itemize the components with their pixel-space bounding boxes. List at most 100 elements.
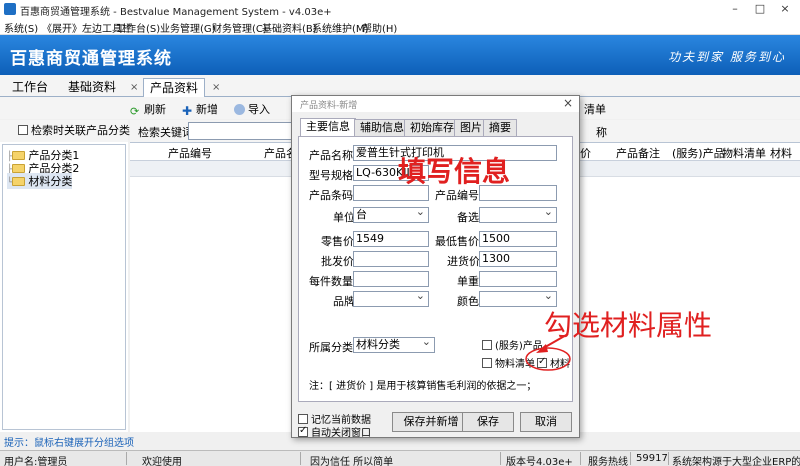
per-piece-input[interactable] [353,271,429,287]
dialog-tab-summary[interactable]: 摘要 [483,119,517,136]
status-slogan: 因为信任 所以简单 [310,457,394,466]
dialog-title: 产品资料-新增 [300,101,358,111]
weight-label: 单重 [457,275,479,288]
cancel-button[interactable]: 取消 [520,412,572,432]
spare-select[interactable] [479,207,557,223]
per-piece-label: 每件数量 [309,275,353,288]
col-material[interactable]: 材料 [770,145,792,161]
barcode-label: 产品条码 [309,189,353,202]
dialog-titlebar: 产品资料-新增 × [292,96,579,112]
tab-basic-data[interactable]: 基础资料 [62,78,122,97]
menu-help[interactable]: 帮助(H) [362,20,397,35]
status-bar: 用户名:管理员 欢迎使用 因为信任 所以简单 版本号4.03e+ 服务热线 59… [0,450,800,466]
tab-workbench[interactable]: 工作台 [6,78,54,97]
tree-item-material[interactable]: └ 材料分类 [7,173,73,189]
retail-input[interactable]: 1549 [353,231,429,247]
product-add-dialog: 产品资料-新增 × 主要信息 辅助信息 初始库存 图片 摘要 产品名称 爱普生针… [291,95,580,439]
add-label: 新增 [196,103,218,116]
status-erp-note: 系统架构源于大型企业ERP的 [672,457,800,466]
checkbox-icon[interactable] [18,125,28,135]
dialog-tab-stock[interactable]: 初始库存 [404,119,460,136]
bom-label: 清单 [584,103,606,116]
search-input[interactable] [188,122,298,140]
annotation-arrow-graphic [525,333,571,371]
minimize-icon[interactable]: – [724,2,746,16]
refresh-icon: ⟳ [130,105,140,118]
link-category-checkbox[interactable]: 检索时关联产品分类 [0,120,130,142]
menubar: 系统(S) 《展开》左边工具栏 工作台(S) 业务管理(G) 财务管理(C) 基… [0,18,800,35]
app-icon [4,3,16,15]
autoclose-label: 自动关闭窗口 [311,428,371,439]
checkbox-icon[interactable] [482,340,492,350]
save-and-new-button[interactable]: 保存并新增 [392,412,470,432]
status-hotline-number: 59917 [636,453,668,464]
dialog-tab-aux[interactable]: 辅助信息 [354,119,410,136]
dialog-close-icon[interactable]: × [563,96,573,110]
status-welcome: 欢迎使用 [142,457,182,466]
tab-close-icon[interactable]: × [212,82,220,93]
checkbox-checked-icon[interactable] [298,425,308,437]
menu-system[interactable]: 系统(S) [4,20,38,35]
banner-slogan: 功夫到家 服务到心 [668,50,786,64]
folder-icon [12,164,26,173]
dialog-tab-main[interactable]: 主要信息 [300,118,356,136]
col-service-product[interactable]: (服务)产品 [672,145,725,161]
status-divider [668,452,669,465]
menu-maintenance[interactable]: 系统维护(M) [312,20,368,35]
checkbox-icon[interactable] [482,358,492,368]
col-bom[interactable]: 物料清单 [722,145,766,161]
purchase-input[interactable]: 1300 [479,251,557,267]
menu-business[interactable]: 业务管理(G) [160,20,216,35]
wholesale-label: 批发价 [321,255,354,268]
status-divider [580,452,581,465]
refresh-button[interactable]: ⟳ 刷新 [130,101,166,117]
status-divider [300,452,301,465]
unit-label: 单位 [333,211,355,224]
category-select[interactable]: 材料分类 [353,337,435,353]
unit-select[interactable]: 台 [353,207,429,223]
status-user: 用户名:管理员 [4,457,68,466]
import-icon [234,104,245,115]
weight-input[interactable] [479,271,557,287]
wholesale-input[interactable] [353,251,429,267]
tab-bar: 工作台 基础资料 × 产品资料 × [0,75,800,98]
window-titlebar: 百惠商贸通管理系统 - Bestvalue Management System … [0,0,800,18]
tab-product-data[interactable]: 产品资料 [143,78,206,98]
purchase-note: 注：[ 进货价 ] 是用于核算销售毛利润的依据之一； [309,381,537,392]
left-panel: 检索时关联产品分类 ├ 产品分类1 ├ 产品分类2 └ 材料分类 [0,120,130,432]
search-label: 检索关键词 [138,126,193,139]
close-icon[interactable]: × [774,2,796,16]
menu-finance[interactable]: 财务管理(C) [212,20,267,35]
import-button[interactable]: 导入 [234,101,270,117]
min-price-label: 最低售价 [435,235,479,248]
brand-label: 品牌 [333,295,355,308]
plus-icon: ✚ [182,104,193,118]
add-button[interactable]: ✚ 新增 [182,101,218,117]
tree-item-label: 材料分类 [28,175,73,188]
min-price-input[interactable]: 1500 [479,231,557,247]
save-button[interactable]: 保存 [462,412,514,432]
bom-button[interactable]: 清单 [584,101,606,117]
brand-select[interactable] [353,291,429,307]
autoclose-checkbox[interactable]: 自动关闭窗口 [298,424,371,439]
maximize-icon[interactable]: □ [749,2,771,16]
menu-basic-data[interactable]: 基础资料(B) [262,20,317,35]
status-hotline-label: 服务热线 [588,457,628,466]
col-product-code[interactable]: 产品编号 [168,145,212,161]
tab-close-icon[interactable]: × [130,82,138,93]
menu-workbench[interactable]: 工作台(S) [116,20,160,35]
col-price[interactable]: 价 [580,145,591,161]
hint-text: 提示：鼠标右键展开分组选项 [4,438,134,449]
purchase-label: 进货价 [447,255,480,268]
spare-label: 备选 [457,211,479,224]
color-label: 颜色 [457,295,479,308]
banner-title: 百惠商贸通管理系统 [10,49,172,69]
category-tree: ├ 产品分类1 ├ 产品分类2 └ 材料分类 [2,144,126,430]
status-divider [630,452,631,465]
checkbox-icon[interactable] [298,414,308,424]
col-product-remark[interactable]: 产品备注 [616,145,660,161]
model-label: 型号规格 [309,169,353,182]
grid-fragment: 称 [596,126,607,139]
app-banner: 百惠商贸通管理系统 功夫到家 服务到心 [0,35,800,75]
status-divider [500,452,501,465]
